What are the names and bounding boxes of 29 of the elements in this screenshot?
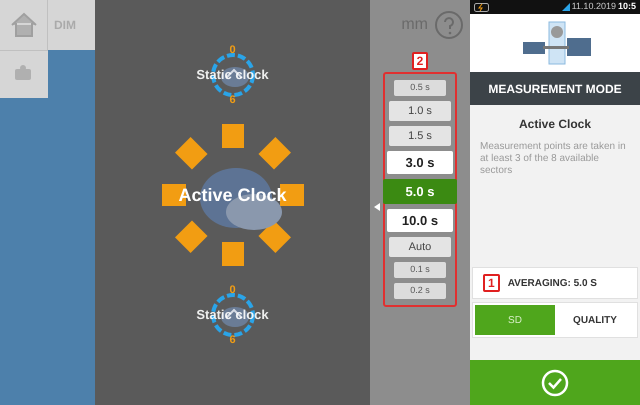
battery-icon: [474, 2, 490, 12]
status-date: 11.10.2019: [572, 0, 616, 14]
help-icon[interactable]: [434, 10, 464, 40]
dial-digit: 0: [229, 283, 236, 298]
averaging-row[interactable]: 1 AVERAGING: 5.0 S: [472, 267, 638, 299]
averaging-option[interactable]: Auto: [389, 237, 451, 257]
mode-title: Active Clock: [518, 116, 592, 133]
dial-digit: 6: [229, 332, 236, 348]
dial-digit: 6: [229, 92, 236, 108]
averaging-option[interactable]: 1.5 s: [389, 126, 451, 146]
checkmark-icon: [541, 368, 569, 396]
callout-badge: 1: [483, 274, 500, 292]
dial-digit: 0: [229, 43, 236, 58]
averaging-option[interactable]: 5.0 s: [383, 179, 457, 204]
mode-description: Measurement points are taken in at least 3 of the 8 available sectors: [480, 141, 627, 177]
pointer-icon: [374, 203, 380, 211]
callout-badge: 2: [412, 52, 428, 70]
home-icon[interactable]: [10, 12, 38, 38]
averaging-option[interactable]: 10.0 s: [387, 209, 453, 232]
averaging-label: AVERAGING: 5.0 S: [508, 276, 597, 290]
averaging-option[interactable]: 3.0 s: [387, 151, 453, 174]
panel-header: MEASUREMENT MODE: [470, 72, 640, 105]
signal-icon: [562, 3, 570, 11]
averaging-option[interactable]: 0.1 s: [394, 262, 446, 278]
averaging-option[interactable]: 0.2 s: [394, 283, 446, 299]
confirm-button[interactable]: [470, 360, 640, 405]
averaging-option[interactable]: 1.0 s: [389, 101, 451, 121]
status-time: 10:5: [618, 0, 636, 14]
averaging-option[interactable]: 0.5 s: [394, 80, 446, 96]
